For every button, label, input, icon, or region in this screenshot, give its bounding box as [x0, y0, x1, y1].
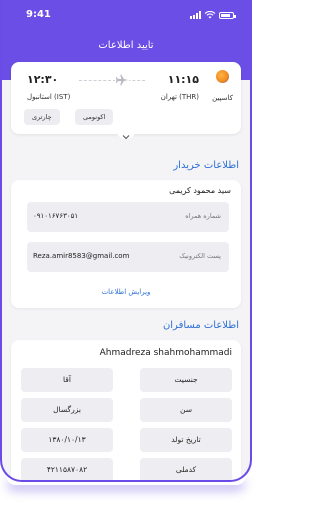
airline-logo-icon [216, 70, 229, 83]
chevron-down-icon [122, 135, 130, 140]
birthdate-value: ۱۳۸۰/۱۰/۱۳ [21, 428, 113, 452]
gender-value: آقا [21, 368, 113, 392]
passenger-row-age: سن بزرگسال [21, 398, 232, 422]
phone-value: ۰۹۱۰۱۶۷۶۳۰۵۱ [33, 212, 79, 220]
phone-field: شماره همراه ۰۹۱۰۱۶۷۶۳۰۵۱ [27, 202, 229, 232]
passenger-name: Ahmadreza shahmohammadi [99, 348, 232, 358]
buyer-name: سید محمود کریمی [169, 186, 231, 195]
departure-city: تهران (THR) [160, 93, 199, 101]
status-time: 9:41 [26, 9, 51, 20]
age-value: بزرگسال [21, 398, 113, 422]
phone-screen: 9:41 تایید اطلاعات کاسپین ۱۱:۱۵ ۱۲:۳۰ ته… [0, 0, 252, 482]
passengers-section-title: اطلاعات مسافران [162, 320, 239, 331]
phone-label: شماره همراه [185, 212, 221, 220]
national-id-value: ۴۲۱۱۵۸۷۰۸۲ [21, 458, 113, 480]
gender-label: جنسیت [140, 368, 232, 392]
passenger-row-national-id: کدملی ۴۲۱۱۵۸۷۰۸۲ [21, 458, 232, 480]
status-icons [190, 11, 236, 19]
main-content: کاسپین ۱۱:۱۵ ۱۲:۳۰ تهران (THR) استانبول … [11, 62, 241, 480]
status-bar: 9:41 [2, 9, 250, 23]
signal-icon [190, 11, 201, 19]
edit-info-link[interactable]: ویرایش اطلاعات [11, 288, 241, 296]
age-label: سن [140, 398, 232, 422]
airline-name: کاسپین [212, 94, 233, 102]
battery-icon [219, 11, 236, 19]
birthdate-label: تاریخ تولد [140, 428, 232, 452]
airplane-icon [115, 73, 129, 87]
arrival-time: ۱۲:۳۰ [27, 73, 59, 86]
page-title: تایید اطلاعات [98, 40, 154, 51]
email-field: پست الکترونیک Reza.amir8583@gmail.com [27, 242, 229, 272]
route-line [79, 80, 145, 81]
departure-time: ۱۱:۱۵ [167, 73, 199, 86]
arrival-city: استانبول (IST) [27, 93, 71, 101]
passenger-row-gender: جنسیت آقا [21, 368, 232, 392]
email-value: Reza.amir8583@gmail.com [33, 252, 130, 260]
cabin-class-badge: اکونومی [75, 109, 114, 125]
email-label: پست الکترونیک [179, 252, 221, 260]
buyer-section-title: اطلاعات خریدار [173, 160, 239, 171]
passenger-row-birthdate: تاریخ تولد ۱۳۸۰/۱۰/۱۳ [21, 428, 232, 452]
wifi-icon [204, 11, 216, 19]
flight-type-badge: چارتری [24, 109, 60, 125]
passenger-info-card: Ahmadreza shahmohammadi جنسیت آقا سن بزر… [11, 340, 241, 480]
national-id-label: کدملی [140, 458, 232, 480]
expand-button[interactable] [116, 125, 136, 140]
flight-summary-card: کاسپین ۱۱:۱۵ ۱۲:۳۰ تهران (THR) استانبول … [11, 62, 241, 140]
buyer-info-card: سید محمود کریمی شماره همراه ۰۹۱۰۱۶۷۶۳۰۵۱… [11, 180, 241, 308]
